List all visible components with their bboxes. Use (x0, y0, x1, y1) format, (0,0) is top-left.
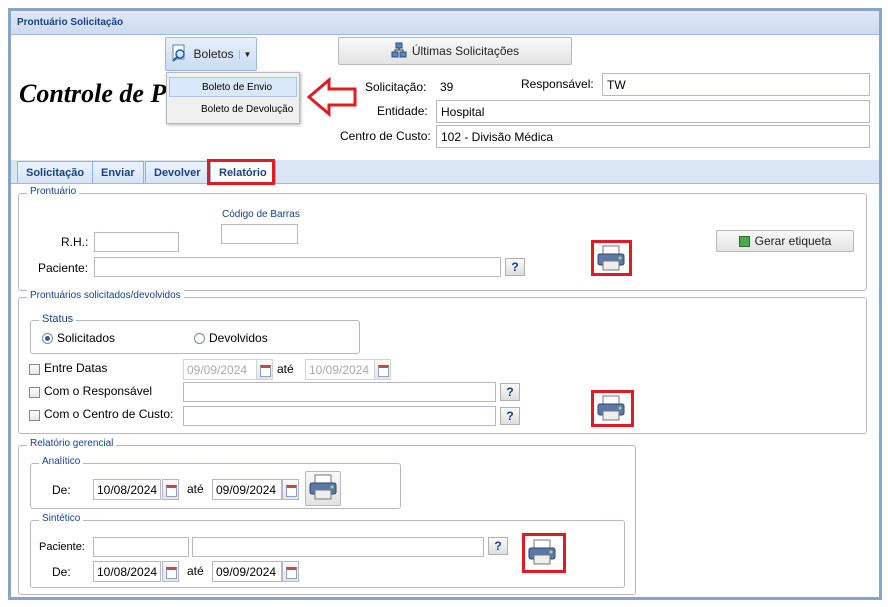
boletos-button[interactable]: Boletos ▼ (165, 37, 257, 71)
main-window: Prontuário Solicitação Boletos ▼ Boleto … (8, 8, 882, 600)
solicitacao-label: Solicitação: (365, 80, 427, 94)
sintetico-paciente-label: Paciente: (39, 541, 85, 553)
chevron-down-icon[interactable]: ▼ (238, 49, 251, 59)
sintetico-help-button[interactable]: ? (488, 537, 508, 555)
entidade-field[interactable]: Hospital (436, 100, 870, 123)
label-icon (738, 235, 750, 247)
boletos-menu: Boleto de Envio Boleto de Devolução (166, 72, 300, 124)
responsavel-help-button[interactable]: ? (500, 383, 520, 401)
analitico-from-field[interactable]: 10/08/2024 (93, 479, 161, 500)
responsavel-label: Responsável: (521, 77, 594, 91)
com-centro-label: Com o Centro de Custo: (44, 407, 174, 421)
centro-custo-field[interactable]: 102 - Divisão Médica (436, 125, 870, 148)
entidade-label: Entidade: (377, 104, 428, 118)
tab-devolver[interactable]: Devolver (145, 161, 210, 183)
analitico-to-field[interactable]: 09/09/2024 (212, 479, 282, 500)
menu-item-boleto-envio[interactable]: Boleto de Envio (169, 77, 297, 97)
calendar-icon[interactable] (162, 561, 179, 582)
com-centro-field[interactable] (183, 406, 496, 426)
ultimas-solicitacoes-button[interactable]: Últimas Solicitações (338, 37, 572, 65)
radio-solicitados-label: Solicitados (57, 331, 116, 345)
com-centro-checkbox[interactable] (29, 410, 40, 421)
rh-field[interactable] (94, 232, 179, 252)
page-heading: Controle de P (19, 79, 167, 108)
analitico-print-button[interactable] (305, 471, 341, 506)
gerar-etiqueta-label: Gerar etiqueta (754, 234, 832, 248)
highlight-printer-sintetico (522, 533, 566, 573)
boletos-label: Boletos (193, 47, 234, 61)
highlight-printer-solicitados (591, 390, 634, 427)
entre-datas-from-field[interactable]: 09/09/2024 (183, 359, 257, 380)
printer-icon (308, 474, 338, 503)
paciente-field[interactable] (94, 257, 501, 277)
analitico-ate-label: até (187, 482, 204, 496)
radio-solicitados[interactable] (42, 333, 53, 344)
paciente-help-button[interactable]: ? (505, 258, 525, 276)
paciente-label: Paciente: (38, 261, 89, 275)
status-legend: Status (39, 313, 77, 325)
calendar-icon[interactable] (374, 359, 391, 380)
entre-datas-ate-label: até (277, 362, 294, 376)
entre-datas-to-field[interactable]: 10/09/2024 (305, 359, 375, 380)
sintetico-to-field[interactable]: 09/09/2024 (212, 561, 282, 582)
codigo-barras-field[interactable] (221, 224, 298, 244)
solicitacao-value: 39 (440, 80, 454, 94)
highlight-tab-relatorio (207, 159, 275, 185)
entre-datas-checkbox[interactable] (29, 364, 40, 375)
menu-item-boleto-devolucao[interactable]: Boleto de Devolução (169, 100, 297, 120)
highlight-printer-prontuario (591, 240, 632, 276)
analitico-legend: Analítico (39, 456, 84, 467)
solicitados-legend: Prontuários solicitados/devolvidos (27, 290, 184, 301)
rh-label: R.H.: (61, 235, 89, 249)
search-document-icon (171, 44, 189, 65)
calendar-icon[interactable] (282, 479, 299, 500)
com-responsavel-checkbox[interactable] (29, 387, 40, 398)
calendar-icon[interactable] (256, 359, 273, 380)
ultimas-label: Últimas Solicitações (411, 44, 520, 58)
responsavel-field[interactable]: TW (602, 73, 870, 96)
entre-datas-label: Entre Datas (44, 361, 108, 375)
window-title: Prontuário Solicitação (11, 11, 879, 35)
sintetico-legend: Sintético (39, 513, 84, 524)
com-responsavel-label: Com o Responsável (44, 384, 153, 398)
gerencial-legend: Relatório gerencial (27, 438, 117, 449)
sintetico-ate-label: até (187, 564, 204, 578)
sintetico-paciente-name-field[interactable] (192, 537, 484, 557)
centro-help-button[interactable]: ? (500, 407, 520, 425)
tab-solicitacao[interactable]: Solicitação (17, 161, 94, 183)
calendar-icon[interactable] (282, 561, 299, 582)
prontuario-legend: Prontuário (27, 186, 80, 197)
centro-custo-label: Centro de Custo: (340, 129, 431, 143)
arrow-annotation-icon (307, 77, 357, 117)
radio-devolvidos[interactable] (194, 333, 205, 344)
sintetico-paciente-code-field[interactable] (93, 537, 189, 557)
network-icon (391, 42, 407, 61)
tab-enviar[interactable]: Enviar (92, 161, 144, 183)
radio-devolvidos-label: Devolvidos (209, 331, 268, 345)
sintetico-de-label: De: (52, 565, 71, 579)
analitico-de-label: De: (52, 483, 71, 497)
com-responsavel-field[interactable] (183, 382, 496, 402)
codigo-barras-label: Código de Barras (222, 209, 300, 220)
calendar-icon[interactable] (162, 479, 179, 500)
sintetico-from-field[interactable]: 10/08/2024 (93, 561, 161, 582)
gerar-etiqueta-button[interactable]: Gerar etiqueta (716, 230, 854, 252)
